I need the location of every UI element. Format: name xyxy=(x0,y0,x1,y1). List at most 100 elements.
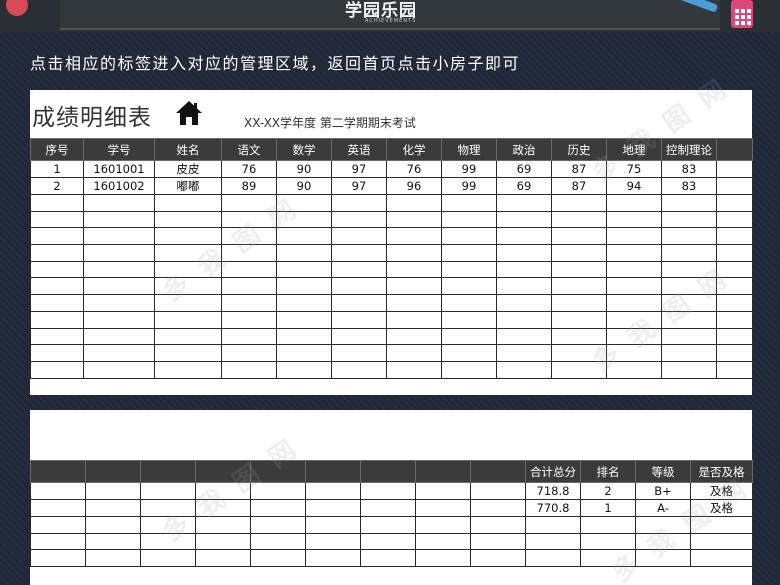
column-header[interactable] xyxy=(195,460,251,483)
table-cell[interactable] xyxy=(716,260,753,279)
table-cell[interactable] xyxy=(470,499,526,517)
table-cell[interactable] xyxy=(154,294,222,312)
table-cell[interactable] xyxy=(154,344,222,362)
table-cell[interactable] xyxy=(154,227,222,246)
table-cell[interactable] xyxy=(140,482,196,500)
table-cell[interactable]: 1601002 xyxy=(83,177,155,195)
table-cell[interactable] xyxy=(386,244,442,262)
column-header[interactable] xyxy=(85,460,141,483)
table-cell[interactable]: 及格 xyxy=(690,482,753,500)
table-cell[interactable]: 76 xyxy=(386,160,442,178)
table-cell[interactable] xyxy=(496,244,552,262)
table-cell[interactable] xyxy=(441,227,497,246)
table-cell[interactable]: 96 xyxy=(386,177,442,195)
table-cell[interactable] xyxy=(360,499,416,517)
table-cell[interactable] xyxy=(195,549,251,568)
empty-row[interactable] xyxy=(30,516,753,534)
table-cell[interactable] xyxy=(305,532,361,551)
column-header[interactable]: 语文 xyxy=(221,138,277,161)
table-cell[interactable] xyxy=(250,482,306,500)
table-cell[interactable]: 76 xyxy=(221,160,277,178)
table-cell[interactable] xyxy=(716,277,753,296)
table-cell[interactable] xyxy=(716,360,753,379)
empty-row[interactable] xyxy=(30,227,753,246)
table-cell[interactable] xyxy=(690,516,753,534)
table-cell[interactable] xyxy=(606,344,662,362)
table-cell[interactable] xyxy=(606,327,662,346)
table-cell[interactable]: 1601001 xyxy=(83,160,155,178)
column-header[interactable]: 数学 xyxy=(276,138,332,161)
column-header[interactable] xyxy=(716,138,753,161)
table-cell[interactable] xyxy=(140,549,196,568)
table-cell[interactable]: 97 xyxy=(331,160,387,178)
table-cell[interactable] xyxy=(195,532,251,551)
table-cell[interactable] xyxy=(661,360,717,379)
home-icon[interactable] xyxy=(175,100,203,126)
table-cell[interactable] xyxy=(154,277,222,296)
table-cell[interactable] xyxy=(635,532,691,551)
table-cell[interactable] xyxy=(221,344,277,362)
table-cell[interactable] xyxy=(30,360,84,379)
calculator-icon[interactable] xyxy=(731,0,753,28)
table-cell[interactable] xyxy=(250,549,306,568)
table-cell[interactable] xyxy=(85,499,141,517)
table-cell[interactable] xyxy=(305,516,361,534)
table-cell[interactable] xyxy=(580,532,636,551)
table-cell[interactable] xyxy=(441,327,497,346)
table-cell[interactable] xyxy=(661,277,717,296)
table-cell[interactable] xyxy=(716,194,753,212)
table-cell[interactable] xyxy=(276,327,332,346)
table-cell[interactable] xyxy=(441,277,497,296)
table-cell[interactable] xyxy=(606,194,662,212)
table-cell[interactable] xyxy=(30,344,84,362)
table-cell[interactable] xyxy=(276,210,332,229)
table-cell[interactable] xyxy=(386,277,442,296)
column-header[interactable]: 排名 xyxy=(580,460,636,483)
table-cell[interactable] xyxy=(716,160,753,178)
table-cell[interactable] xyxy=(606,277,662,296)
table-cell[interactable] xyxy=(661,227,717,246)
table-cell[interactable] xyxy=(496,360,552,379)
table-cell[interactable] xyxy=(360,482,416,500)
table-cell[interactable] xyxy=(276,260,332,279)
table-cell[interactable]: 99 xyxy=(441,177,497,195)
table-cell[interactable]: A- xyxy=(635,499,691,517)
column-header[interactable] xyxy=(250,460,306,483)
table-cell[interactable] xyxy=(441,310,497,329)
table-cell[interactable] xyxy=(441,244,497,262)
table-row[interactable]: 770.8 1 A- 及格 xyxy=(30,499,753,517)
table-cell[interactable] xyxy=(386,210,442,229)
table-cell[interactable] xyxy=(154,360,222,379)
table-cell[interactable] xyxy=(83,227,155,246)
table-cell[interactable]: 皮皮 xyxy=(154,160,222,178)
table-cell[interactable] xyxy=(661,260,717,279)
column-header[interactable]: 等级 xyxy=(635,460,691,483)
table-cell[interactable] xyxy=(85,482,141,500)
table-cell[interactable] xyxy=(690,549,753,568)
table-cell[interactable] xyxy=(360,549,416,568)
table-cell[interactable] xyxy=(415,516,471,534)
empty-row[interactable] xyxy=(30,360,753,379)
table-cell[interactable] xyxy=(85,516,141,534)
table-cell[interactable] xyxy=(154,260,222,279)
table-cell[interactable] xyxy=(221,360,277,379)
table-cell[interactable]: 75 xyxy=(606,160,662,178)
table-cell[interactable] xyxy=(661,327,717,346)
table-cell[interactable] xyxy=(496,194,552,212)
table-cell[interactable] xyxy=(331,260,387,279)
column-header[interactable]: 序号 xyxy=(30,138,84,161)
table-cell[interactable] xyxy=(221,227,277,246)
table-cell[interactable] xyxy=(661,310,717,329)
table-cell[interactable] xyxy=(331,310,387,329)
table-cell[interactable] xyxy=(551,294,607,312)
table-cell[interactable] xyxy=(331,244,387,262)
table-cell[interactable] xyxy=(331,327,387,346)
table-cell[interactable] xyxy=(386,260,442,279)
table-cell[interactable] xyxy=(580,516,636,534)
table-cell[interactable] xyxy=(386,327,442,346)
table-cell[interactable] xyxy=(496,344,552,362)
table-cell[interactable] xyxy=(360,532,416,551)
table-cell[interactable] xyxy=(221,210,277,229)
table-cell[interactable] xyxy=(83,327,155,346)
table-cell[interactable]: 2 xyxy=(30,177,84,195)
